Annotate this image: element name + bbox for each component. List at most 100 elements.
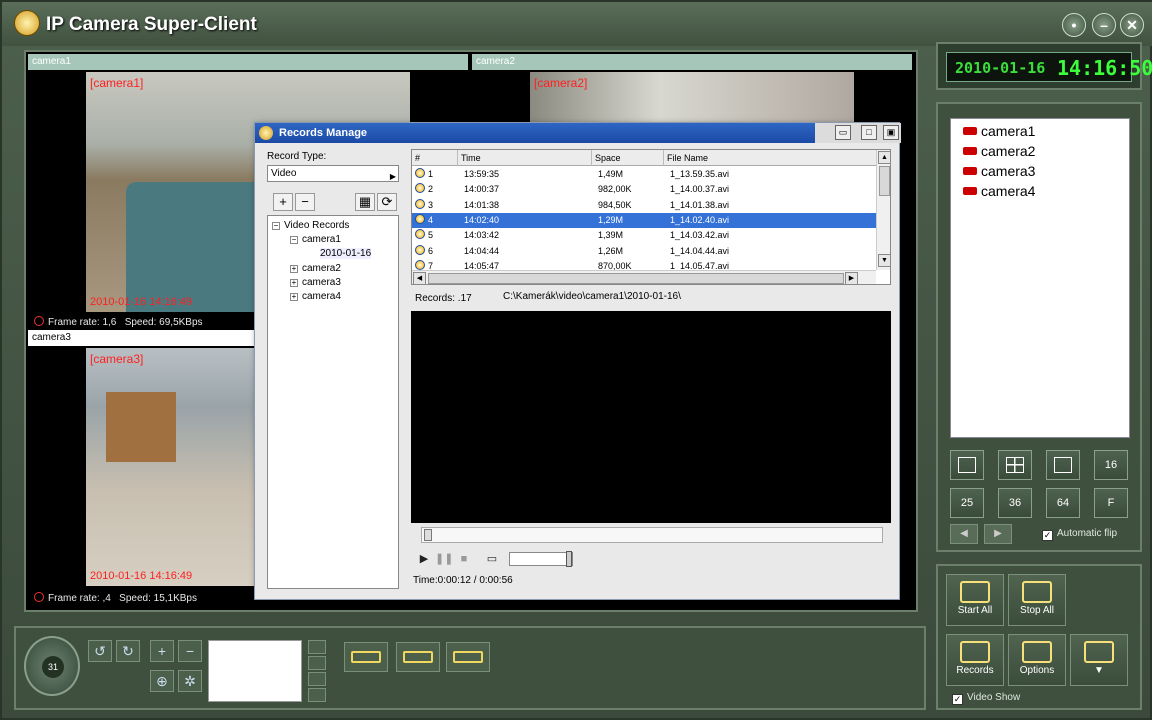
scroll-down-button[interactable]: ▼ bbox=[878, 254, 890, 267]
layout-1-button[interactable] bbox=[950, 450, 984, 480]
scroll-right-button[interactable]: ▶ bbox=[845, 272, 858, 284]
table-row[interactable]: 1 13:59:35 1,49M 1_13.59.35.avi bbox=[412, 167, 876, 182]
table-row[interactable]: 3 14:01:38 984,50K 1_14.01.38.avi bbox=[412, 198, 876, 213]
horizontal-scrollbar[interactable]: ◀ ▶ bbox=[412, 270, 876, 284]
camera1-header[interactable]: camera1 bbox=[28, 54, 468, 70]
tree-node-camera2[interactable]: + camera2 bbox=[290, 263, 341, 274]
ptz-joystick[interactable]: 31 bbox=[24, 636, 80, 696]
table-row[interactable]: 4 14:02:40 1,29M 1_14.02.40.avi bbox=[412, 212, 876, 228]
pause-button[interactable]: ❚❚ bbox=[435, 551, 453, 567]
record-camera-button[interactable] bbox=[344, 642, 388, 672]
title-bar[interactable]: IP Camera Super-Client • – ✕ bbox=[2, 2, 1152, 46]
zoom-in-button[interactable]: + bbox=[150, 640, 174, 662]
dialog-title-bar[interactable]: Records Manage bbox=[255, 123, 815, 143]
camera3-view[interactable]: [camera3] 2010-01-16 14:16:49 bbox=[86, 348, 254, 586]
focus-button[interactable]: ⊕ bbox=[150, 670, 174, 692]
preview-box bbox=[208, 640, 302, 702]
camera-list-item[interactable]: camera3 bbox=[963, 163, 1035, 183]
volume-slider[interactable] bbox=[509, 551, 573, 567]
records-tree[interactable]: − Video Records − camera1 2010-01-16 + came… bbox=[267, 215, 399, 589]
stop-button[interactable]: ■ bbox=[455, 551, 473, 567]
camera2-header[interactable]: camera2 bbox=[472, 54, 912, 70]
record-type-value: Video bbox=[271, 168, 297, 179]
iris-button[interactable]: ✲ bbox=[178, 670, 202, 692]
video-show-checkbox[interactable]: ✓ Video Show bbox=[952, 692, 1020, 705]
column-header-file[interactable]: File Name bbox=[664, 150, 876, 166]
layout-36-button[interactable]: 36 bbox=[998, 488, 1032, 518]
scroll-left-button[interactable]: ◀ bbox=[413, 272, 426, 284]
more-button[interactable]: ▼ bbox=[1070, 634, 1128, 686]
automatic-flip-checkbox[interactable]: ✓ Automatic flip bbox=[1042, 528, 1117, 541]
single-view-icon bbox=[958, 457, 976, 474]
camera-filter-button[interactable]: ▦ bbox=[355, 193, 375, 211]
remove-button[interactable]: − bbox=[295, 193, 315, 211]
cell-text: 5 bbox=[428, 230, 434, 241]
options-dot-button[interactable]: • bbox=[1062, 13, 1086, 37]
side-control-2[interactable] bbox=[308, 656, 326, 670]
close-button[interactable]: ✕ bbox=[1120, 13, 1144, 37]
layout-64-button[interactable]: 64 bbox=[1046, 488, 1080, 518]
camera1-frame-rate: Frame rate: 1,6 bbox=[48, 317, 117, 328]
layout-16-button[interactable]: 16 bbox=[1094, 450, 1128, 480]
video-player[interactable] bbox=[411, 311, 891, 523]
prev-page-button[interactable]: ◀ bbox=[950, 524, 978, 544]
layout-9-button[interactable] bbox=[1046, 450, 1080, 480]
rotate-right-button[interactable]: ↻ bbox=[116, 640, 140, 662]
time-readout: Time:0:00:12 / 0:00:56 bbox=[413, 575, 513, 586]
scroll-thumb[interactable] bbox=[879, 166, 890, 196]
record-type-select[interactable]: Video ▶ bbox=[267, 165, 399, 182]
tree-node-date[interactable]: 2010-01-16 bbox=[320, 248, 372, 259]
table-row[interactable]: 5 14:03:42 1,39M 1_14.03.42.avi bbox=[412, 228, 876, 243]
options-button[interactable]: Options bbox=[1008, 634, 1066, 686]
camera-list-item[interactable]: camera4 bbox=[963, 183, 1035, 203]
dialog-maximize-button[interactable]: □ bbox=[861, 125, 877, 140]
rotate-left-button[interactable]: ↺ bbox=[88, 640, 112, 662]
snapshot-button[interactable] bbox=[396, 642, 440, 672]
camera3-header[interactable]: camera3 bbox=[28, 330, 254, 346]
records-button[interactable]: Records bbox=[946, 634, 1004, 686]
seek-bar[interactable] bbox=[421, 527, 883, 543]
camera-list-item[interactable]: camera2 bbox=[963, 143, 1035, 163]
vertical-scrollbar[interactable]: ▲ ▼ bbox=[876, 150, 890, 270]
nine-view-icon bbox=[1054, 457, 1072, 474]
side-control-4[interactable] bbox=[308, 688, 326, 702]
tree-node-camera4[interactable]: + camera4 bbox=[290, 291, 341, 302]
column-header-num[interactable]: # bbox=[412, 150, 458, 166]
dialog-title-controls: ▭ □ ▣ bbox=[815, 123, 901, 143]
hscroll-thumb[interactable] bbox=[428, 273, 844, 284]
tree-node-camera3[interactable]: + camera3 bbox=[290, 277, 341, 288]
start-all-button[interactable]: Start All bbox=[946, 574, 1004, 626]
fullscreen-player-button[interactable]: ▭ bbox=[483, 551, 501, 567]
camera-icon bbox=[963, 187, 977, 195]
layout-4-button[interactable] bbox=[998, 450, 1032, 480]
side-control-3[interactable] bbox=[308, 672, 326, 686]
tree-node-video-records[interactable]: − Video Records bbox=[272, 220, 349, 231]
ptz-center[interactable]: 31 bbox=[42, 656, 64, 678]
volume-thumb[interactable] bbox=[566, 551, 572, 567]
table-cell: 1 bbox=[415, 167, 433, 182]
column-header-space[interactable]: Space bbox=[592, 150, 664, 166]
table-row[interactable]: 2 14:00:37 982,00K 1_14.00.37.avi bbox=[412, 182, 876, 197]
play-button[interactable]: ▶ bbox=[415, 551, 433, 567]
dialog-close-button[interactable]: ▣ bbox=[883, 125, 899, 140]
fullscreen-button[interactable]: F bbox=[1094, 488, 1128, 518]
column-header-time[interactable]: Time bbox=[458, 150, 592, 166]
next-page-button[interactable]: ▶ bbox=[984, 524, 1012, 544]
audio-button[interactable] bbox=[446, 642, 490, 672]
seek-thumb[interactable] bbox=[424, 529, 432, 541]
stop-all-button[interactable]: Stop All bbox=[1008, 574, 1066, 626]
add-button[interactable]: + bbox=[273, 193, 293, 211]
side-control-1[interactable] bbox=[308, 640, 326, 654]
refresh-button[interactable]: ⟳ bbox=[377, 193, 397, 211]
layout-25-button[interactable]: 25 bbox=[950, 488, 984, 518]
minimize-button[interactable]: – bbox=[1092, 13, 1116, 37]
camera2-view[interactable]: [camera2] bbox=[530, 72, 854, 126]
table-row[interactable]: 6 14:04:44 1,26M 1_14.04.44.avi bbox=[412, 244, 876, 259]
records-label: Records bbox=[956, 665, 994, 676]
zoom-out-button[interactable]: − bbox=[178, 640, 202, 662]
dialog-minimize-button[interactable]: ▭ bbox=[835, 125, 851, 140]
camera-list[interactable]: camera1 camera2 camera3 camera4 bbox=[950, 118, 1130, 438]
camera-list-item[interactable]: camera1 bbox=[963, 123, 1035, 143]
tree-node-camera1[interactable]: − camera1 bbox=[290, 234, 341, 245]
scroll-up-button[interactable]: ▲ bbox=[878, 151, 890, 164]
